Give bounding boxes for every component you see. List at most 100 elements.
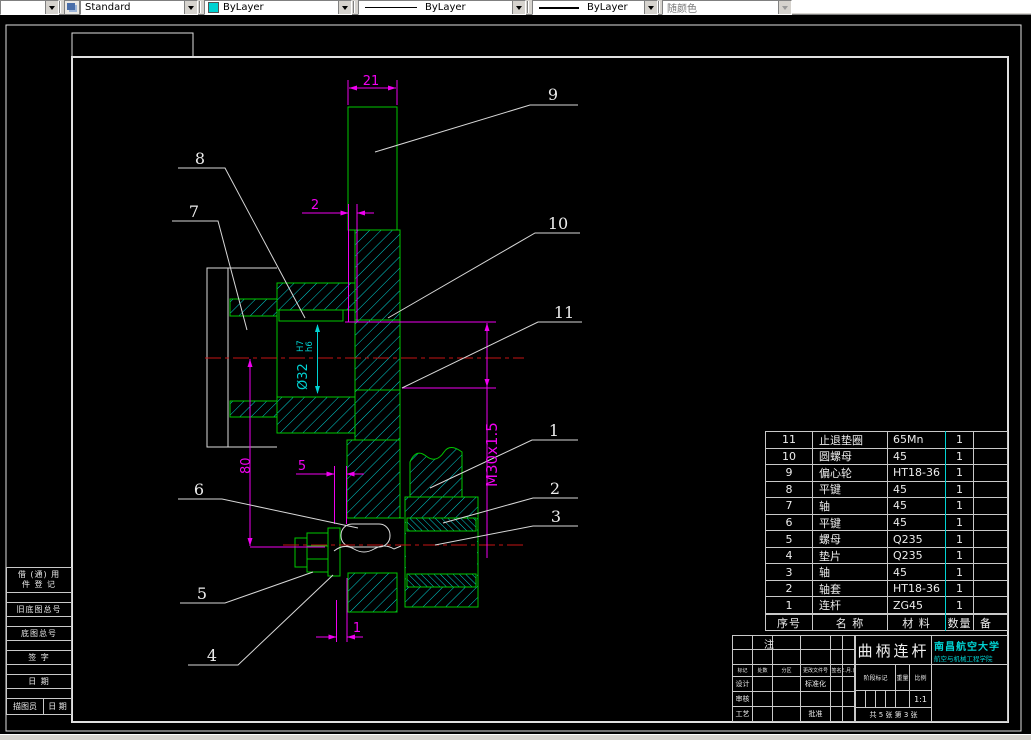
dropdown-arrow-icon (778, 1, 791, 14)
plotstyle-combo: 随颜色 (662, 0, 792, 15)
parts-row-material: 45 (888, 564, 945, 580)
toolbar-blank-area (792, 0, 1031, 13)
process-label: 工艺 (733, 707, 752, 721)
balloon-label: 7 (189, 202, 199, 221)
dim-text: 2 (311, 198, 319, 213)
parts-row-remark (974, 465, 1007, 481)
scale-value: 1:1 (910, 691, 931, 707)
color-swatch (208, 2, 219, 13)
left-margin-strip: 借 (通) 用 件 登 记 旧底图总号 底图总号 签 字 日 期 (6, 567, 72, 699)
header-remark: 备 (974, 615, 1007, 630)
left-strip-cell (7, 617, 71, 626)
dim-text: Ø32 (296, 363, 311, 390)
status-strip (0, 734, 1031, 740)
dropdown-arrow-icon[interactable] (512, 1, 525, 14)
org-name: 南昌航空大学 (934, 641, 1000, 653)
left-strip-cell: 底图总号 (7, 627, 71, 640)
parts-row-material: 65Mn (888, 432, 945, 448)
parts-row-qty: 1 (946, 547, 973, 564)
bore-dimension (315, 324, 320, 394)
toolbar-separator (353, 1, 355, 13)
dropdown-arrow-icon[interactable] (644, 1, 657, 14)
dropdown-arrow-icon[interactable] (184, 1, 197, 14)
parts-row-no: 5 (766, 531, 812, 547)
toolbar: Standard ByLayer ByLayer ByLayer 随颜色 (0, 0, 1031, 15)
lineweight-combo[interactable]: ByLayer (532, 0, 658, 15)
toolbar-separator (199, 1, 201, 13)
parts-row-qty: 1 (946, 481, 973, 498)
parts-row-material: HT18-36 (888, 465, 945, 481)
balloon-label: 10 (548, 214, 568, 233)
dim-text: 1 (353, 621, 361, 636)
layer-combo[interactable] (0, 0, 59, 15)
parts-row-qty: 1 (946, 465, 973, 481)
organization: 南昌航空大学 航空与机械工程学院 (931, 635, 1008, 665)
left-strip-cell (7, 665, 71, 674)
parts-row-material: Q235 (888, 547, 945, 564)
title-block-revision-grid: 标记 处数 分区 更改文件号 签名 年.月.日 设计 标准化 审核 工艺 批准 (732, 635, 855, 722)
parts-row-name: 垫片 (813, 547, 887, 564)
parts-row-no: 3 (766, 564, 812, 580)
parts-row-qty: 1 (946, 432, 973, 448)
parts-row-material: HT18-36 (888, 580, 945, 597)
dim-text: 5 (298, 459, 306, 474)
bore-dimension-text: Ø32 H7 h6 (296, 340, 315, 390)
parts-row-qty: 1 (946, 597, 973, 613)
toolbar-separator (658, 1, 660, 13)
parts-row-qty: 1 (946, 498, 973, 514)
parts-row-no: 2 (766, 580, 812, 597)
dim-text: M30x1.5 (483, 422, 501, 487)
approve-label: 批准 (801, 707, 830, 721)
parts-row-no: 4 (766, 547, 812, 564)
parts-row-name: 连杆 (813, 597, 887, 613)
balloon-label: 1 (549, 421, 559, 440)
parts-row-qty: 1 (946, 514, 973, 531)
left-strip-cell (7, 593, 71, 602)
dropdown-arrow-icon[interactable] (45, 1, 58, 14)
parts-row-material: ZG45 (888, 597, 945, 613)
style-icon[interactable] (64, 0, 80, 15)
parts-row-name: 螺母 (813, 531, 887, 547)
autocad-window: 1 2 3 4 5 6 7 8 9 10 11 21 2 80 5 M30x1.… (0, 0, 1031, 740)
parts-row-qty: 1 (946, 448, 973, 465)
left-strip-cell (7, 689, 71, 698)
balloon-label: 4 (207, 646, 217, 665)
parts-table-header: 序号 名 称 材 料 数量 备 (765, 614, 1008, 631)
sheet-info: 共 5 张 第 3 张 (856, 708, 931, 721)
style-combo[interactable]: Standard (80, 0, 198, 15)
linetype-combo[interactable]: ByLayer (358, 0, 526, 15)
dim-text: 80 (239, 457, 254, 474)
header-qty: 数量 (946, 615, 973, 630)
balloon-label: 5 (197, 584, 207, 603)
drawing-title: 曲柄连杆 (855, 635, 932, 665)
parts-row-material: 45 (888, 481, 945, 498)
parts-row-name: 轴 (813, 498, 887, 514)
design-label: 设计 (733, 677, 752, 691)
review-label: 审核 (733, 692, 752, 706)
header-material: 材 料 (888, 615, 945, 630)
balloon-label: 9 (548, 85, 558, 104)
title-block-scale-grid: 阶段标记 重量 比例 1:1 共 5 张 第 3 张 (855, 664, 932, 722)
parts-row-material: 45 (888, 498, 945, 514)
header-no: 序号 (766, 615, 812, 630)
parts-row-no: 1 (766, 597, 812, 613)
header-name: 名 称 (813, 615, 887, 630)
color-combo[interactable]: ByLayer (204, 0, 352, 15)
parts-row-remark (974, 547, 1007, 564)
lineweight-sample (539, 6, 579, 9)
parts-row-name: 平键 (813, 481, 887, 498)
parts-row-no: 11 (766, 432, 812, 448)
parts-row-remark (974, 498, 1007, 514)
left-strip-cell: 签 字 (7, 651, 71, 664)
parts-row-name: 止退垫圈 (813, 432, 887, 448)
standardize-label: 标准化 (801, 677, 830, 691)
dropdown-arrow-icon[interactable] (338, 1, 351, 14)
parts-row-name: 轴 (813, 564, 887, 580)
left-strip-cell: 借 (通) 用 件 登 记 (7, 568, 71, 592)
balloon-label: 3 (551, 507, 561, 526)
parts-row-qty: 1 (946, 564, 973, 580)
toolbar-separator (527, 1, 529, 13)
parts-row-name: 平键 (813, 514, 887, 531)
parts-row-name: 偏心轮 (813, 465, 887, 481)
dim-text: h6 (305, 341, 315, 352)
